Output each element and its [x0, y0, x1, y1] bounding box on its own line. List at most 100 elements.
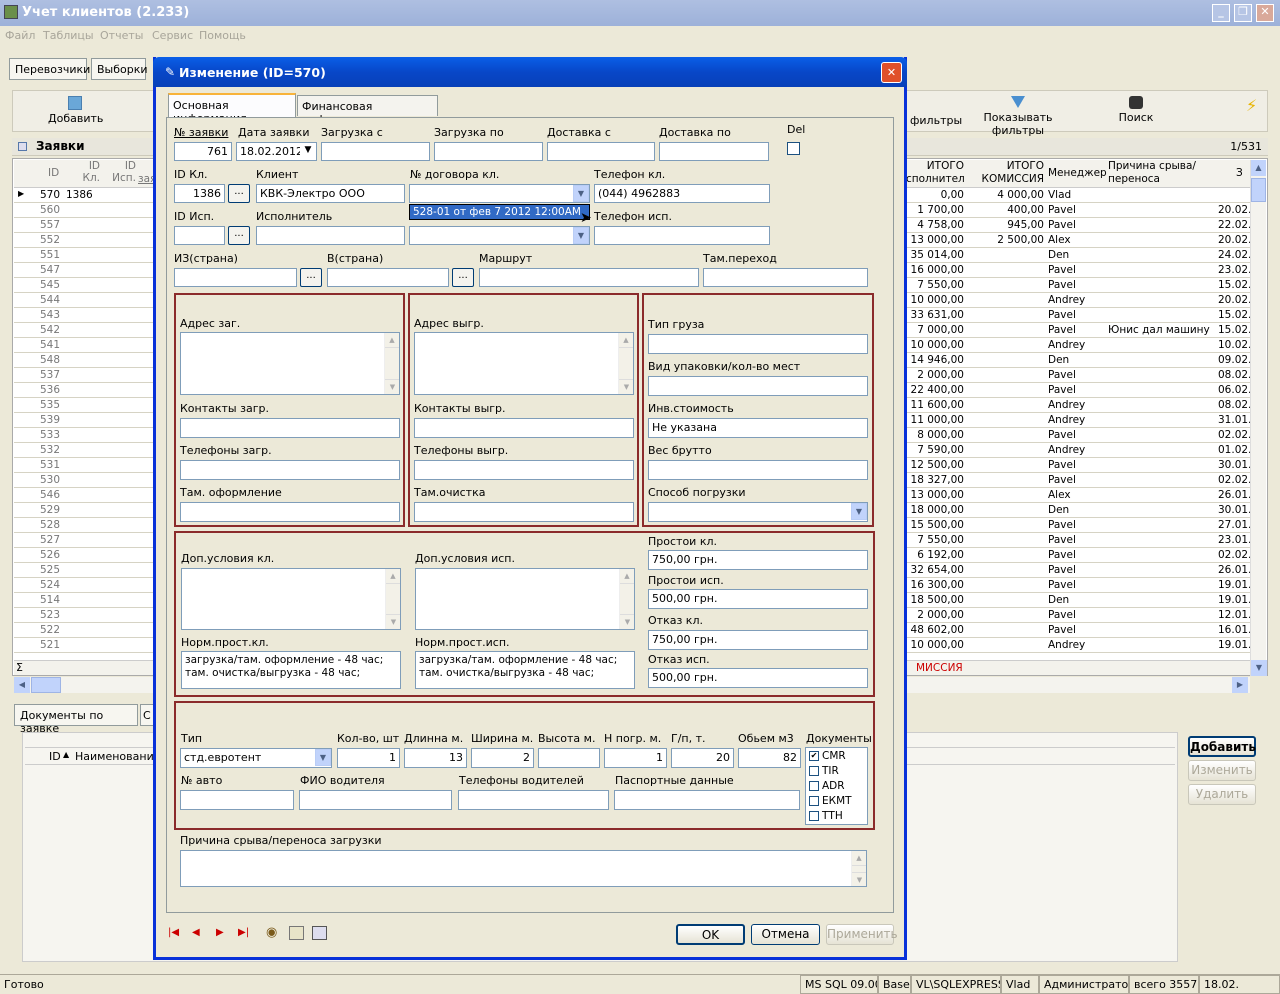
- load-customs-input[interactable]: [180, 502, 400, 522]
- tab-request-docs[interactable]: Документы по заявке: [14, 704, 138, 735]
- last-record-icon[interactable]: ▶|: [238, 927, 249, 938]
- filters-button-label[interactable]: фильтры: [910, 114, 962, 127]
- doc-ekmt[interactable]: ЕКМТ: [809, 794, 864, 809]
- phone-client-input[interactable]: (044) 4962883: [594, 184, 770, 203]
- search-button[interactable]: Поиск: [1118, 96, 1154, 130]
- textarea-scrollbar[interactable]: ▲ ▼: [618, 333, 633, 394]
- isp-id-input[interactable]: [174, 226, 225, 245]
- menu-file[interactable]: Файл: [5, 29, 35, 42]
- chevron-down-icon[interactable]: ▼: [300, 143, 316, 160]
- textarea-scrollbar[interactable]: ▲ ▼: [384, 333, 399, 394]
- col-manager[interactable]: Менеджер: [1048, 167, 1107, 179]
- docs-delete-button[interactable]: Удалить: [1188, 784, 1256, 805]
- col-id-isp[interactable]: ID Исп.: [110, 160, 136, 184]
- unload-address-textarea[interactable]: ▲ ▼: [414, 332, 634, 395]
- client-input[interactable]: КВК-Электро ООО: [256, 184, 405, 203]
- norm-isp-textarea[interactable]: загрузка/там. оформление - 48 час; там. …: [415, 651, 635, 689]
- add-toolbar-button[interactable]: Добавить: [48, 96, 103, 130]
- tab-other[interactable]: С: [140, 704, 154, 726]
- packaging-input[interactable]: [648, 376, 868, 396]
- doc-tir[interactable]: TIR: [809, 764, 864, 779]
- scroll-thumb[interactable]: [1251, 178, 1266, 202]
- chevron-down-icon[interactable]: ▼: [851, 503, 867, 520]
- load-to-input[interactable]: [434, 142, 543, 161]
- reason-textarea[interactable]: ▲ ▼: [180, 850, 867, 887]
- show-filters-button[interactable]: Показывать фильтры: [962, 96, 1074, 137]
- textarea-scrollbar[interactable]: ▲ ▼: [385, 569, 400, 629]
- maximize-button[interactable]: ❐: [1234, 4, 1252, 22]
- col-reason[interactable]: Причина срыва/переноса: [1108, 160, 1218, 186]
- lightning-icon[interactable]: ⚡: [1246, 96, 1257, 115]
- tab-selections[interactable]: Выборки: [91, 58, 148, 80]
- phone-isp-input[interactable]: [594, 226, 770, 245]
- isp-lookup-button[interactable]: ...: [228, 226, 250, 245]
- menu-help[interactable]: Помощь: [199, 29, 246, 42]
- checkbox-icon[interactable]: [809, 781, 819, 791]
- customs-crossing-input[interactable]: [703, 268, 868, 287]
- dialog-tab-finance[interactable]: Финансовая информация: [297, 95, 438, 126]
- load-phones-input[interactable]: [180, 460, 400, 480]
- auto-num-input[interactable]: [180, 790, 294, 810]
- dialog-tab-main[interactable]: Основная информация: [168, 93, 296, 125]
- inv-value-input[interactable]: Не указана: [648, 418, 868, 438]
- next-record-icon[interactable]: ▶: [216, 927, 224, 938]
- vehicle-type-select[interactable]: стд.евротент ▼: [180, 748, 332, 768]
- client-id-input[interactable]: 1386: [174, 184, 225, 203]
- docs-add-button[interactable]: Добавить: [1188, 736, 1256, 757]
- menu-tables[interactable]: Таблицы: [43, 29, 94, 42]
- doc-adr[interactable]: ADR: [809, 779, 864, 794]
- menu-reports[interactable]: Отчеты: [100, 29, 143, 42]
- client-lookup-button[interactable]: ...: [228, 184, 250, 203]
- scroll-up-arrow[interactable]: ▲: [1251, 160, 1266, 176]
- load-from-input[interactable]: [321, 142, 430, 161]
- first-record-icon[interactable]: |◀: [168, 927, 179, 938]
- deliv-from-input[interactable]: [547, 142, 655, 161]
- col-total-isp[interactable]: ИТОГО сполнителю: [906, 160, 964, 188]
- globe-icon[interactable]: ◉: [266, 925, 277, 940]
- docs-edit-button[interactable]: Изменить: [1188, 760, 1256, 781]
- length-input[interactable]: 13: [404, 748, 467, 768]
- docs-col-id[interactable]: ID: [49, 750, 61, 763]
- load-contacts-input[interactable]: [180, 418, 400, 438]
- isp-input[interactable]: [256, 226, 405, 245]
- gross-weight-input[interactable]: [648, 460, 868, 480]
- hscroll-right-arrow[interactable]: ▶: [1232, 677, 1248, 693]
- deliv-to-input[interactable]: [659, 142, 769, 161]
- refusal-isp-input[interactable]: 500,00 грн.: [648, 668, 868, 688]
- isp-contract-select[interactable]: ▼: [409, 226, 590, 245]
- tab-carriers[interactable]: Перевозчики: [9, 58, 90, 80]
- doc-ttn[interactable]: ТТН: [809, 809, 864, 824]
- textarea-scrollbar[interactable]: ▲ ▼: [851, 851, 866, 886]
- driver-phones-input[interactable]: [458, 790, 609, 810]
- properties-icon[interactable]: [289, 926, 304, 940]
- contract-select[interactable]: ▼: [409, 184, 590, 203]
- passport-input[interactable]: [614, 790, 800, 810]
- minimize-button[interactable]: _: [1212, 4, 1230, 22]
- dialog-close-button[interactable]: ✕: [881, 62, 902, 83]
- qty-input[interactable]: 1: [337, 748, 400, 768]
- idle-client-input[interactable]: 750,00 грн.: [648, 550, 868, 570]
- unload-contacts-input[interactable]: [414, 418, 634, 438]
- col-total-commission[interactable]: ИТОГО КОМИССИЯ: [970, 160, 1044, 186]
- doc-cmr[interactable]: ✔ CMR: [809, 749, 864, 764]
- refusal-client-input[interactable]: 750,00 грн.: [648, 630, 868, 650]
- unload-customs-input[interactable]: [414, 502, 634, 522]
- grid-vertical-scrollbar[interactable]: ▲ ▼: [1250, 160, 1267, 676]
- menu-service[interactable]: Сервис: [152, 29, 193, 42]
- cargo-type-input[interactable]: [648, 334, 868, 354]
- checkbox-checked-icon[interactable]: ✔: [809, 751, 819, 761]
- load-height-input[interactable]: 1: [604, 748, 667, 768]
- apply-button[interactable]: Применить: [826, 924, 898, 945]
- docs-col-name[interactable]: Наименование: [75, 750, 160, 763]
- to-country-lookup-button[interactable]: ...: [452, 268, 474, 287]
- del-checkbox[interactable]: [787, 142, 800, 155]
- col-z[interactable]: З: [1236, 167, 1246, 179]
- checkbox-icon[interactable]: [809, 796, 819, 806]
- driver-input[interactable]: [299, 790, 452, 810]
- prev-record-icon[interactable]: ◀: [192, 927, 200, 938]
- unload-phones-input[interactable]: [414, 460, 634, 480]
- cancel-button[interactable]: Отмена: [751, 924, 820, 945]
- route-input[interactable]: [479, 268, 699, 287]
- textarea-scrollbar[interactable]: ▲ ▼: [619, 569, 634, 629]
- volume-input[interactable]: 82: [738, 748, 801, 768]
